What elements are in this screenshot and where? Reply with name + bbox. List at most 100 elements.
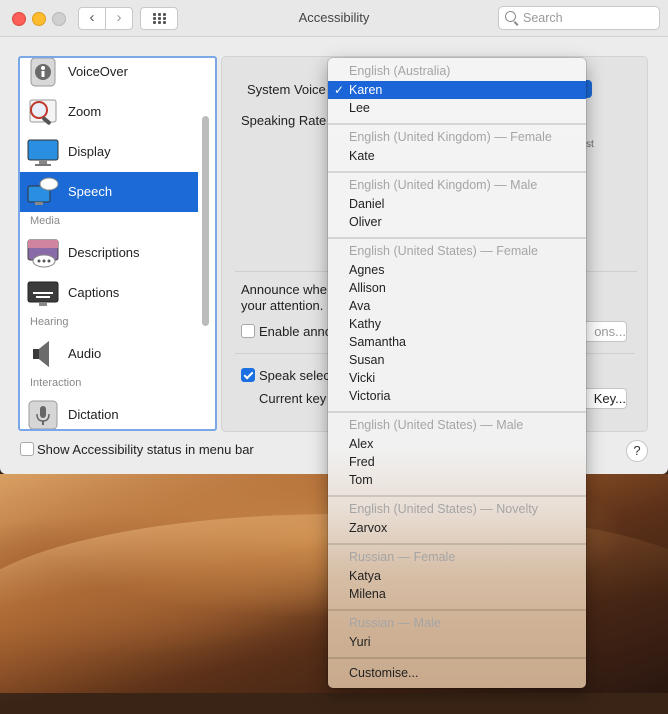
button-label: ons... xyxy=(594,324,626,339)
voice-option-label: Alex xyxy=(349,437,374,451)
voice-option-label: Karen xyxy=(349,83,383,97)
enable-announcements-checkbox[interactable] xyxy=(241,324,255,338)
system-voice-menu: English (Australia) ✓ Karen Lee English (Uni… xyxy=(328,58,586,688)
sidebar-item-display[interactable]: Display xyxy=(20,132,198,172)
voice-option-label: Ava xyxy=(349,299,371,313)
voice-option[interactable]: ✓ Karen xyxy=(328,81,586,99)
voice-option[interactable]: Lee xyxy=(328,99,586,117)
voice-option[interactable]: Katya xyxy=(328,567,586,585)
menu-separator xyxy=(328,495,586,497)
menu-group-header: English (United Kingdom) — Female xyxy=(349,130,552,144)
voice-option-label: Daniel xyxy=(349,197,385,211)
customise-label: Customise... xyxy=(349,666,419,680)
voice-option[interactable]: Alex xyxy=(328,435,586,453)
voice-option[interactable]: Kathy xyxy=(328,315,586,333)
menu-group-header: English (United States) — Male xyxy=(349,418,524,432)
sidebar-item-label: Dictation xyxy=(68,407,119,422)
show-status-label: Show Accessibility status in menu bar xyxy=(37,442,254,457)
speak-selected-text-checkbox[interactable] xyxy=(241,368,255,382)
voice-option[interactable]: Tom xyxy=(328,471,586,489)
voice-option[interactable]: Kate xyxy=(328,147,586,165)
menu-separator xyxy=(328,237,586,239)
zoom-icon xyxy=(29,99,57,125)
current-key-label: Current key xyxy=(259,391,327,406)
voice-option[interactable]: Susan xyxy=(328,351,586,369)
announce-text-line2: your attention. xyxy=(241,298,324,313)
voice-option-label: Fred xyxy=(349,455,375,469)
announce-options-button[interactable]: ons... xyxy=(580,321,627,342)
voice-option-label: Susan xyxy=(349,353,385,367)
voice-option[interactable]: Agnes xyxy=(328,261,586,279)
voice-option[interactable]: Victoria xyxy=(328,387,586,405)
voice-option-label: Katya xyxy=(349,569,381,583)
voice-option-label: Yuri xyxy=(349,635,371,649)
microphone-icon xyxy=(28,400,58,429)
menu-separator xyxy=(328,411,586,413)
menu-group-header: English (United States) — Novelty xyxy=(349,502,538,516)
descriptions-icon xyxy=(27,239,59,268)
menu-separator xyxy=(328,609,586,611)
question-mark-icon: ? xyxy=(633,443,641,458)
menu-group-header: English (United States) — Female xyxy=(349,244,538,258)
announce-text-line1: Announce whe xyxy=(241,282,328,297)
speak-selected-text-label: Speak selec xyxy=(259,368,330,383)
voice-option-label: Tom xyxy=(349,473,373,487)
display-icon xyxy=(27,139,59,166)
voice-option[interactable]: Milena xyxy=(328,585,586,603)
sidebar-item-audio[interactable]: Audio xyxy=(20,334,198,374)
voice-option-label: Victoria xyxy=(349,389,391,403)
checkmark-icon: ✓ xyxy=(334,83,345,97)
section-header-media: Media xyxy=(30,215,60,227)
menu-group-header: Russian — Female xyxy=(349,550,456,564)
voice-option[interactable]: Allison xyxy=(328,279,586,297)
sidebar-item-label: Display xyxy=(68,144,111,159)
menu-separator xyxy=(328,543,586,545)
sidebar-item-voiceover[interactable]: VoiceOver xyxy=(20,58,198,92)
speech-icon xyxy=(27,177,59,205)
search-icon xyxy=(505,11,516,22)
menu-separator xyxy=(328,123,586,125)
menu-separator xyxy=(328,171,586,173)
speaking-rate-label: Speaking Rate xyxy=(241,113,327,128)
section-header-hearing: Hearing xyxy=(30,316,69,328)
voice-option-label: Kathy xyxy=(349,317,381,331)
sidebar-item-dictation[interactable]: Dictation xyxy=(20,395,198,429)
voiceover-icon xyxy=(30,58,56,87)
search-placeholder: Search xyxy=(523,11,563,25)
voice-option-label: Oliver xyxy=(349,215,382,229)
sidebar-item-label: VoiceOver xyxy=(68,64,128,79)
sidebar-item-descriptions[interactable]: Descriptions xyxy=(20,233,198,273)
menu-group-header: English (United Kingdom) — Male xyxy=(349,178,538,192)
voice-option[interactable]: Zarvox xyxy=(328,519,586,537)
voice-option[interactable]: Vicki xyxy=(328,369,586,387)
voice-option[interactable]: Fred xyxy=(328,453,586,471)
voice-option[interactable]: Yuri xyxy=(328,633,586,651)
voice-option-label: Zarvox xyxy=(349,521,388,535)
search-field[interactable]: Search xyxy=(498,6,660,30)
help-button[interactable]: ? xyxy=(626,440,648,462)
voice-option-label: Kate xyxy=(349,149,375,163)
sidebar-scrollbar[interactable] xyxy=(202,116,209,326)
sidebar-item-label: Descriptions xyxy=(68,245,140,260)
enable-announcements-label: Enable anno xyxy=(259,324,333,339)
button-label: Key... xyxy=(593,391,626,406)
sidebar-item-label: Speech xyxy=(68,184,113,199)
show-status-checkbox[interactable] xyxy=(20,442,34,456)
voice-option[interactable]: Ava xyxy=(328,297,586,315)
voice-option[interactable]: Samantha xyxy=(328,333,586,351)
voice-option-label: Samantha xyxy=(349,335,406,349)
menu-group-header: English (Australia) xyxy=(349,64,451,78)
system-voice-popup[interactable] xyxy=(586,80,592,98)
captions-icon xyxy=(27,281,59,306)
sidebar-list[interactable]: VoiceOver Zoom Display Speech Media Desc… xyxy=(18,56,217,431)
voice-option[interactable]: Daniel xyxy=(328,195,586,213)
sidebar-item-label: Audio xyxy=(68,346,102,361)
sidebar-item-speech[interactable]: Speech xyxy=(20,172,198,212)
sidebar-item-zoom[interactable]: Zoom xyxy=(20,92,198,132)
menu-separator xyxy=(328,657,586,659)
sidebar-item-captions[interactable]: Captions xyxy=(20,273,198,313)
voice-option-label: Allison xyxy=(349,281,386,295)
customise-menu-item[interactable]: Customise... xyxy=(328,664,586,682)
voice-option[interactable]: Oliver xyxy=(328,213,586,231)
voice-option-label: Agnes xyxy=(349,263,385,277)
